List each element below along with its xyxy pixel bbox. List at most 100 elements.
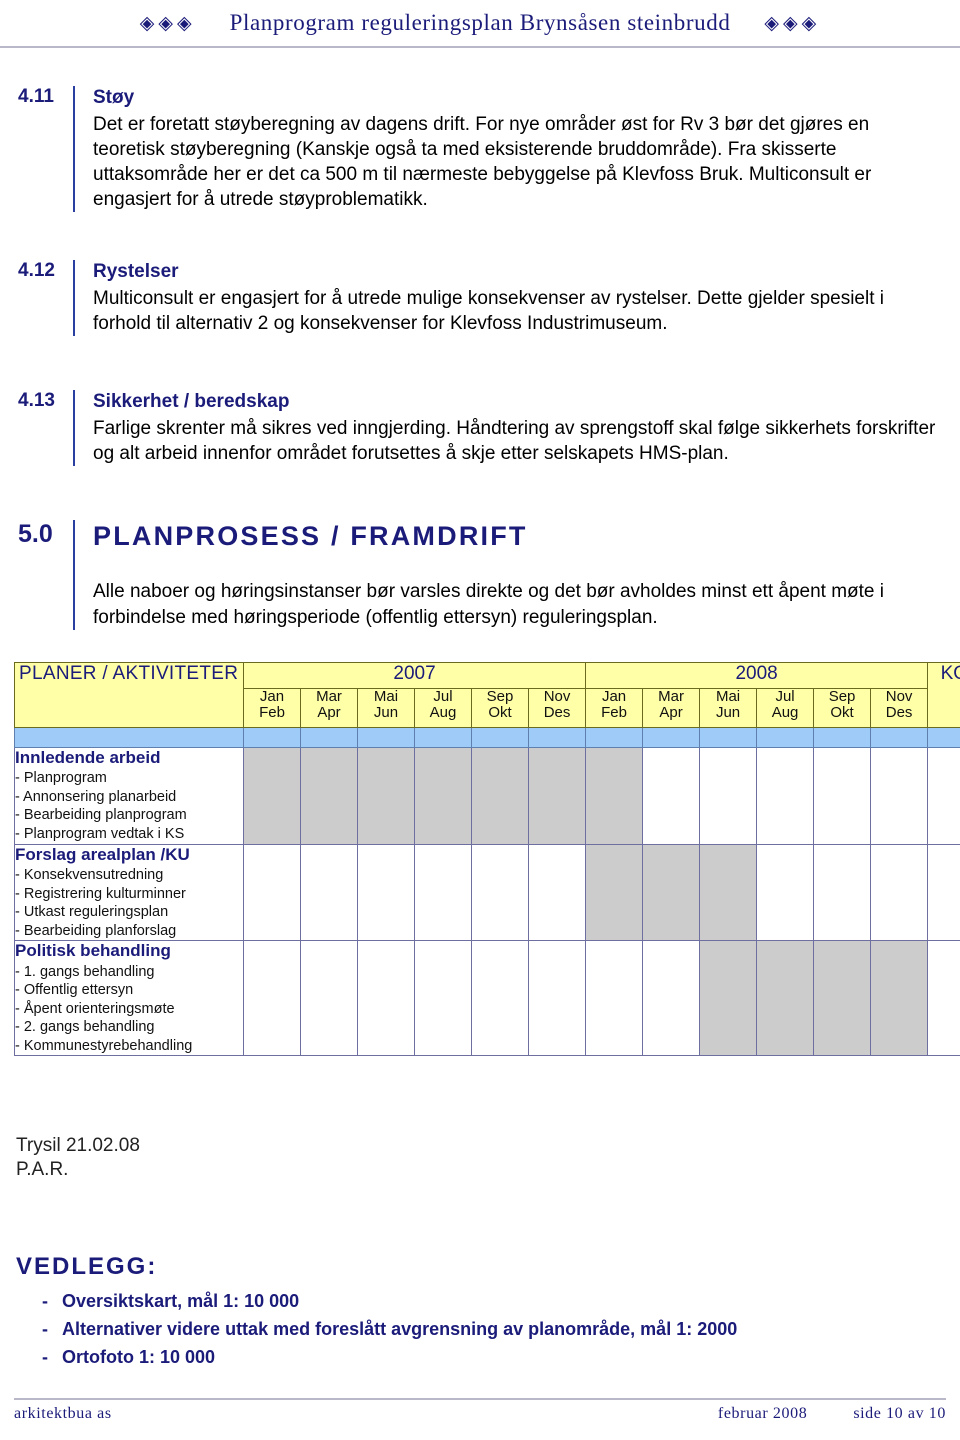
document-footer: arkitektbua as februar 2008 side 10 av 1…	[14, 1398, 946, 1423]
month-top: Nov	[885, 688, 913, 705]
vedlegg-item-text: Alternativer videre uttak med foreslått …	[62, 1318, 738, 1339]
document-title: Planprogram reguleringsplan Brynsåsen st…	[229, 10, 731, 35]
month-top: Mai	[373, 688, 399, 705]
timeline-cell	[357, 747, 415, 845]
month-top: Nov	[543, 688, 571, 705]
timeline-cell	[813, 843, 872, 942]
timeline-cell	[527, 940, 587, 1057]
table-body: Innledende arbeid - Planprogram - Annons…	[14, 727, 960, 1057]
table-row: Forslag arealplan /KU - Konsekvensutredn…	[14, 843, 960, 942]
timeline-cell	[300, 843, 358, 942]
activity-item: - Konsekvensutredning	[15, 866, 164, 883]
month-top: Jul	[433, 688, 453, 705]
activity-item: - Planprogram	[15, 770, 107, 787]
bullet-dash: -	[42, 1318, 48, 1339]
month-top: Sep	[828, 688, 856, 705]
month-header: Jul Aug	[756, 688, 815, 728]
timeline-cell	[471, 843, 529, 942]
month-header: Mar Apr	[300, 688, 358, 728]
col-header-year-2007: 2007	[242, 662, 587, 689]
timeline-cell	[756, 843, 815, 942]
month-bottom: Jun	[715, 704, 741, 722]
month-bottom: Feb	[601, 704, 627, 722]
activity-group-title: Politisk behandling	[15, 941, 171, 961]
activity-group-cell: Innledende arbeid - Planprogram - Annons…	[14, 747, 244, 845]
vedlegg-heading: VEDLEGG:	[16, 1253, 158, 1280]
activity-item: - Planprogram vedtak i KS	[15, 826, 185, 843]
planprosess-gantt-table: PLANER / AKTIVITETER 2007 2008 KOMMENTAR…	[14, 662, 960, 1057]
month-bottom: Feb	[259, 704, 285, 722]
timeline-cell	[414, 940, 472, 1057]
month-header: Sep Okt	[813, 688, 872, 728]
band-cell	[870, 727, 929, 748]
diamond-ornament-right-icon: ◈◈◈	[764, 12, 821, 34]
month-top: Jan	[601, 688, 627, 705]
section-heading: Rystelser	[93, 261, 179, 282]
section-paragraph: Alle naboer og høringsinstanser bør vars…	[93, 581, 884, 628]
timeline-cell	[642, 747, 701, 845]
timeline-cell	[585, 843, 644, 942]
month-bottom: Des	[885, 704, 913, 722]
month-header: Mai Jun	[699, 688, 758, 728]
section-4-11: 4.11 Støy Det er foretatt støyberegning …	[18, 86, 942, 212]
month-bottom: Aug	[771, 704, 799, 722]
table-row: Innledende arbeid - Planprogram - Annons…	[14, 747, 960, 845]
footer-company: arkitektbua as	[14, 1405, 112, 1422]
section-4-12: 4.12 Rystelser Multiconsult er engasjert…	[18, 260, 942, 336]
month-top: Jul	[775, 688, 795, 705]
activity-group-title: Innledende arbeid	[15, 748, 161, 767]
vedlegg-block: VEDLEGG: - Oversiktskart, mål 1: 10 000 …	[16, 1253, 936, 1372]
month-top: Sep	[486, 688, 514, 705]
timeline-cell	[642, 843, 701, 942]
comment-cell	[927, 747, 960, 845]
timeline-cell	[357, 940, 415, 1057]
timeline-cell	[699, 940, 758, 1057]
month-top: Mar	[658, 688, 684, 705]
signoff-block: Trysil 21.02.08 P.A.R.	[16, 1134, 140, 1183]
bullet-dash: -	[42, 1346, 48, 1367]
month-header: Nov Des	[527, 688, 587, 728]
month-bottom: Des	[543, 704, 571, 722]
section-number: 4.12	[18, 260, 55, 281]
timeline-cell	[870, 843, 929, 942]
activity-item: - Offentlig ettersyn	[15, 982, 134, 999]
section-5-0: 5.0 PLANPROSESS / FRAMDRIFT Alle naboer …	[18, 520, 942, 630]
month-top: Jan	[259, 688, 285, 705]
diamond-ornament-left-icon: ◈◈◈	[139, 12, 196, 34]
timeline-cell	[813, 747, 872, 845]
signoff-place-date: Trysil 21.02.08	[16, 1135, 140, 1156]
vedlegg-list-item: - Alternativer videre uttak med foreslåt…	[16, 1316, 936, 1344]
band-cell	[585, 727, 644, 748]
col-header-year-2008: 2008	[585, 662, 929, 689]
timeline-cell	[585, 747, 644, 845]
planprosess-table-wrapper: PLANER / AKTIVITETER 2007 2008 KOMMENTAR…	[14, 662, 960, 1057]
month-header: Mai Jun	[357, 688, 415, 728]
timeline-cell	[414, 843, 472, 942]
table-row: Politisk behandling - 1. gangs behandlin…	[14, 940, 960, 1057]
band-cell	[300, 727, 358, 748]
band-cell	[471, 727, 529, 748]
timeline-cell	[642, 940, 701, 1057]
section-body: Støy Det er foretatt støyberegning av da…	[73, 86, 942, 212]
month-top: Mar	[316, 688, 342, 705]
timeline-cell	[699, 747, 758, 845]
band-cell	[642, 727, 701, 748]
section-body: Sikkerhet / beredskap Farlige skrenter m…	[73, 390, 942, 466]
section-body: Rystelser Multiconsult er engasjert for …	[73, 260, 942, 336]
activity-item: - Utkast reguleringsplan	[15, 904, 169, 921]
vedlegg-item-text: Ortofoto 1: 10 000	[62, 1346, 216, 1367]
section-heading: PLANPROSESS / FRAMDRIFT	[93, 521, 528, 551]
band-cell	[927, 727, 960, 748]
activity-item: - Annonsering planarbeid	[15, 788, 177, 805]
section-paragraph: Det er foretatt støyberegning av dagens …	[93, 113, 872, 210]
month-header: Jan Feb	[243, 688, 301, 728]
activity-item: - Registrering kulturminner	[15, 885, 186, 902]
section-number: 4.13	[18, 390, 55, 411]
timeline-cell	[699, 843, 758, 942]
month-bottom: Apr	[317, 704, 341, 722]
timeline-cell	[527, 747, 587, 845]
section-heading: Sikkerhet / beredskap	[93, 391, 290, 412]
timeline-cell	[756, 747, 815, 845]
section-4-13: 4.13 Sikkerhet / beredskap Farlige skren…	[18, 390, 942, 466]
month-bottom: Jun	[373, 704, 399, 722]
